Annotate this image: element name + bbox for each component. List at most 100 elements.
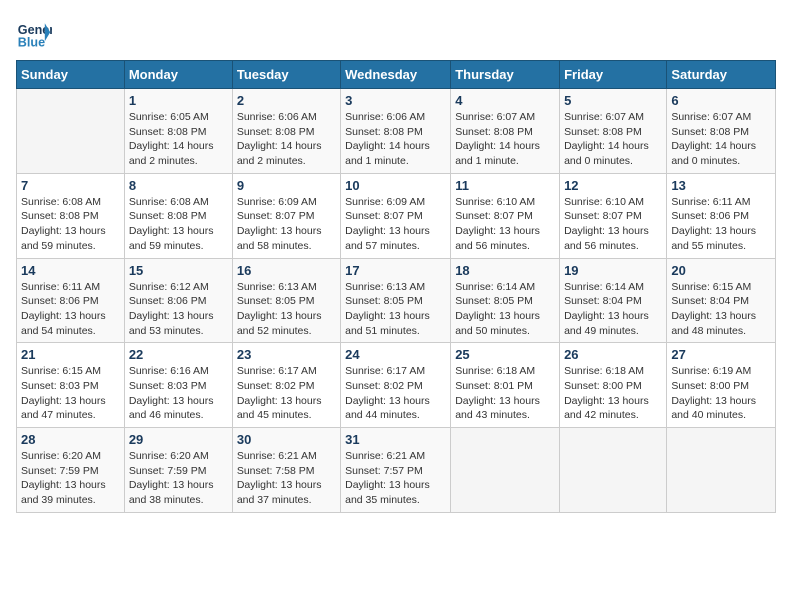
- day-number: 19: [564, 263, 662, 278]
- day-info: Sunrise: 6:05 AM Sunset: 8:08 PM Dayligh…: [129, 110, 228, 169]
- calendar-week-row: 1 Sunrise: 6:05 AM Sunset: 8:08 PM Daylig…: [17, 89, 776, 174]
- day-info: Sunrise: 6:09 AM Sunset: 8:07 PM Dayligh…: [237, 195, 336, 254]
- day-info: Sunrise: 6:12 AM Sunset: 8:06 PM Dayligh…: [129, 280, 228, 339]
- day-number: 28: [21, 432, 120, 447]
- calendar-cell: 5 Sunrise: 6:07 AM Sunset: 8:08 PM Daylig…: [560, 89, 667, 174]
- calendar-cell: 4 Sunrise: 6:07 AM Sunset: 8:08 PM Daylig…: [451, 89, 560, 174]
- day-info: Sunrise: 6:07 AM Sunset: 8:08 PM Dayligh…: [564, 110, 662, 169]
- day-info: Sunrise: 6:17 AM Sunset: 8:02 PM Dayligh…: [345, 364, 446, 423]
- day-number: 7: [21, 178, 120, 193]
- day-info: Sunrise: 6:18 AM Sunset: 8:00 PM Dayligh…: [564, 364, 662, 423]
- calendar-cell: 15 Sunrise: 6:12 AM Sunset: 8:06 PM Dayli…: [124, 258, 232, 343]
- day-info: Sunrise: 6:08 AM Sunset: 8:08 PM Dayligh…: [129, 195, 228, 254]
- day-info: Sunrise: 6:19 AM Sunset: 8:00 PM Dayligh…: [671, 364, 771, 423]
- day-number: 9: [237, 178, 336, 193]
- calendar-cell: 31 Sunrise: 6:21 AM Sunset: 7:57 PM Dayli…: [341, 428, 451, 513]
- calendar-cell: 21 Sunrise: 6:15 AM Sunset: 8:03 PM Dayli…: [17, 343, 125, 428]
- calendar-cell: 29Sunrise: 6:20 AM Sunset: 7:59 PM Dayli…: [124, 428, 232, 513]
- calendar-cell: 28 Sunrise: 6:20 AM Sunset: 7:59 PM Dayli…: [17, 428, 125, 513]
- day-number: 2: [237, 93, 336, 108]
- day-number: 3: [345, 93, 446, 108]
- day-number: 30: [237, 432, 336, 447]
- day-number: 24: [345, 347, 446, 362]
- calendar-header-row: SundayMondayTuesdayWednesdayThursdayFrid…: [17, 61, 776, 89]
- calendar-cell: 19 Sunrise: 6:14 AM Sunset: 8:04 PM Dayli…: [560, 258, 667, 343]
- day-info: Sunrise: 6:13 AM Sunset: 8:05 PM Dayligh…: [237, 280, 336, 339]
- day-number: 14: [21, 263, 120, 278]
- calendar-week-row: 7 Sunrise: 6:08 AM Sunset: 8:08 PM Daylig…: [17, 173, 776, 258]
- weekday-header: Saturday: [667, 61, 776, 89]
- calendar-week-row: 28 Sunrise: 6:20 AM Sunset: 7:59 PM Dayli…: [17, 428, 776, 513]
- weekday-header: Thursday: [451, 61, 560, 89]
- day-info: Sunrise: 6:10 AM Sunset: 8:07 PM Dayligh…: [564, 195, 662, 254]
- header: General Blue: [16, 16, 776, 52]
- calendar-cell: 26Sunrise: 6:18 AM Sunset: 8:00 PM Dayli…: [560, 343, 667, 428]
- day-info: Sunrise: 6:14 AM Sunset: 8:04 PM Dayligh…: [564, 280, 662, 339]
- day-number: 13: [671, 178, 771, 193]
- logo: General Blue: [16, 16, 52, 52]
- weekday-header: Wednesday: [341, 61, 451, 89]
- calendar-cell: 7 Sunrise: 6:08 AM Sunset: 8:08 PM Daylig…: [17, 173, 125, 258]
- calendar-cell: [17, 89, 125, 174]
- calendar-cell: 11 Sunrise: 6:10 AM Sunset: 8:07 PM Dayli…: [451, 173, 560, 258]
- calendar-cell: 16Sunrise: 6:13 AM Sunset: 8:05 PM Dayli…: [232, 258, 340, 343]
- weekday-header: Sunday: [17, 61, 125, 89]
- day-number: 4: [455, 93, 555, 108]
- calendar-table: SundayMondayTuesdayWednesdayThursdayFrid…: [16, 60, 776, 513]
- calendar-cell: 13Sunrise: 6:11 AM Sunset: 8:06 PM Dayli…: [667, 173, 776, 258]
- day-info: Sunrise: 6:06 AM Sunset: 8:08 PM Dayligh…: [345, 110, 446, 169]
- day-info: Sunrise: 6:07 AM Sunset: 8:08 PM Dayligh…: [671, 110, 771, 169]
- calendar-cell: 30 Sunrise: 6:21 AM Sunset: 7:58 PM Dayli…: [232, 428, 340, 513]
- day-number: 20: [671, 263, 771, 278]
- calendar-cell: 24 Sunrise: 6:17 AM Sunset: 8:02 PM Dayli…: [341, 343, 451, 428]
- calendar-cell: 23 Sunrise: 6:17 AM Sunset: 8:02 PM Dayli…: [232, 343, 340, 428]
- day-info: Sunrise: 6:14 AM Sunset: 8:05 PM Dayligh…: [455, 280, 555, 339]
- day-info: Sunrise: 6:21 AM Sunset: 7:57 PM Dayligh…: [345, 449, 446, 508]
- day-number: 27: [671, 347, 771, 362]
- calendar-cell: 14 Sunrise: 6:11 AM Sunset: 8:06 PM Dayli…: [17, 258, 125, 343]
- day-info: Sunrise: 6:08 AM Sunset: 8:08 PM Dayligh…: [21, 195, 120, 254]
- weekday-header: Monday: [124, 61, 232, 89]
- day-number: 23: [237, 347, 336, 362]
- weekday-header: Tuesday: [232, 61, 340, 89]
- calendar-cell: 20 Sunrise: 6:15 AM Sunset: 8:04 PM Dayli…: [667, 258, 776, 343]
- calendar-cell: 1 Sunrise: 6:05 AM Sunset: 8:08 PM Daylig…: [124, 89, 232, 174]
- calendar-cell: 18Sunrise: 6:14 AM Sunset: 8:05 PM Dayli…: [451, 258, 560, 343]
- logo-icon: General Blue: [16, 16, 52, 52]
- calendar-week-row: 14 Sunrise: 6:11 AM Sunset: 8:06 PM Dayli…: [17, 258, 776, 343]
- calendar-cell: [560, 428, 667, 513]
- day-info: Sunrise: 6:20 AM Sunset: 7:59 PM Dayligh…: [129, 449, 228, 508]
- day-number: 21: [21, 347, 120, 362]
- day-info: Sunrise: 6:21 AM Sunset: 7:58 PM Dayligh…: [237, 449, 336, 508]
- day-info: Sunrise: 6:10 AM Sunset: 8:07 PM Dayligh…: [455, 195, 555, 254]
- calendar-cell: 27 Sunrise: 6:19 AM Sunset: 8:00 PM Dayli…: [667, 343, 776, 428]
- weekday-header: Friday: [560, 61, 667, 89]
- day-number: 25: [455, 347, 555, 362]
- day-number: 8: [129, 178, 228, 193]
- calendar-cell: 25 Sunrise: 6:18 AM Sunset: 8:01 PM Dayli…: [451, 343, 560, 428]
- day-number: 15: [129, 263, 228, 278]
- calendar-cell: 2 Sunrise: 6:06 AM Sunset: 8:08 PM Daylig…: [232, 89, 340, 174]
- calendar-week-row: 21 Sunrise: 6:15 AM Sunset: 8:03 PM Dayli…: [17, 343, 776, 428]
- day-number: 31: [345, 432, 446, 447]
- day-info: Sunrise: 6:06 AM Sunset: 8:08 PM Dayligh…: [237, 110, 336, 169]
- day-number: 5: [564, 93, 662, 108]
- day-number: 1: [129, 93, 228, 108]
- day-info: Sunrise: 6:15 AM Sunset: 8:03 PM Dayligh…: [21, 364, 120, 423]
- calendar-cell: 22Sunrise: 6:16 AM Sunset: 8:03 PM Dayli…: [124, 343, 232, 428]
- calendar-cell: 3 Sunrise: 6:06 AM Sunset: 8:08 PM Daylig…: [341, 89, 451, 174]
- day-info: Sunrise: 6:20 AM Sunset: 7:59 PM Dayligh…: [21, 449, 120, 508]
- day-info: Sunrise: 6:07 AM Sunset: 8:08 PM Dayligh…: [455, 110, 555, 169]
- day-info: Sunrise: 6:11 AM Sunset: 8:06 PM Dayligh…: [21, 280, 120, 339]
- calendar-cell: 8 Sunrise: 6:08 AM Sunset: 8:08 PM Daylig…: [124, 173, 232, 258]
- calendar-cell: 12Sunrise: 6:10 AM Sunset: 8:07 PM Dayli…: [560, 173, 667, 258]
- svg-text:Blue: Blue: [18, 36, 45, 50]
- day-info: Sunrise: 6:18 AM Sunset: 8:01 PM Dayligh…: [455, 364, 555, 423]
- day-number: 22: [129, 347, 228, 362]
- day-info: Sunrise: 6:17 AM Sunset: 8:02 PM Dayligh…: [237, 364, 336, 423]
- calendar-cell: 9 Sunrise: 6:09 AM Sunset: 8:07 PM Daylig…: [232, 173, 340, 258]
- day-number: 10: [345, 178, 446, 193]
- day-info: Sunrise: 6:15 AM Sunset: 8:04 PM Dayligh…: [671, 280, 771, 339]
- calendar-cell: 17Sunrise: 6:13 AM Sunset: 8:05 PM Dayli…: [341, 258, 451, 343]
- day-number: 11: [455, 178, 555, 193]
